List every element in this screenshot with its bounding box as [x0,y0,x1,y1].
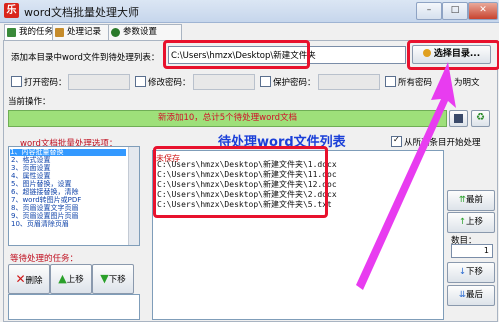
plaintext-password-checkbox[interactable] [385,76,396,87]
table-row[interactable]: C:\Users\hmzx\Desktop\新建文件夹\11.doc [157,171,337,179]
down-label: 下移 [466,267,484,277]
bottom-arrow-icon: ⇊ [458,290,467,300]
delete-label: 删除 [25,276,43,286]
modify-password-field[interactable] [193,74,255,90]
select-directory-button[interactable]: 选择目录... [412,45,491,64]
table-row[interactable]: C:\Users\hmzx\Desktop\新建文件夹\5.txt [157,201,332,209]
save-icon [454,114,463,123]
task-icon [7,28,16,37]
table-row[interactable]: C:\Users\hmzx\Desktop\新建文件夹\1.docx [157,161,337,169]
save-button[interactable] [449,110,468,127]
plaintext-label: 为明文 [454,78,480,88]
options-list[interactable]: 1、内容批量替换 2、格式设置 3、页面设置 4、属性设置 5、图片替换，设置 … [8,146,140,246]
app-logo-icon: 乐 [4,3,19,18]
queue-move-up-button[interactable]: ▲上移 [50,264,92,294]
all-password-label: 所有密码 [398,78,433,88]
history-icon [55,28,64,37]
list-item[interactable]: 2、格式设置 [11,157,50,164]
list-item[interactable]: 5、图片替换，设置 [11,181,71,188]
protect-password-field[interactable] [318,74,380,90]
count-value: 1 [483,246,489,255]
title-bar: 乐 word文档批量处理大师 – □ ✕ [0,0,499,23]
queue-move-down-button[interactable]: ▼下移 [92,264,134,294]
count-input[interactable]: 1 [451,244,493,258]
recycle-button[interactable]: ♻ [471,110,490,127]
list-item[interactable]: 3、页面设置 [11,165,50,172]
down-arrow-icon: ▼ [100,272,109,285]
list-item[interactable]: 6、超链接替换，清除 [11,189,78,196]
tab-label: 处理记录 [67,27,102,37]
list-item[interactable]: 4、属性设置 [11,173,50,180]
queue-title: 等待处理的任务： [10,254,79,264]
move-down-button[interactable]: ↓下移 [447,262,495,283]
list-item[interactable]: 10、页眉清除页眉 [11,221,69,228]
move-up-button[interactable]: ↑上移 [447,212,495,233]
queue-down-label: 下移 [108,275,126,285]
protect-password-label: 保护密码： [273,78,316,88]
up-label: 上移 [466,217,484,227]
process-from-selected-checkbox[interactable]: ✓ [391,135,402,147]
pending-list-title: 待处理word文件列表 [218,135,346,150]
modify-password-checkbox[interactable] [135,76,146,87]
open-password-field[interactable] [68,74,130,90]
top-arrow-icon: ⇈ [458,195,467,205]
open-password-label: 打开密码： [24,78,67,88]
file-rows: C:\Users\hmzx\Desktop\新建文件夹\1.docx C:\Us… [157,161,437,213]
delete-icon: ✕ [15,272,26,286]
list-item[interactable]: 7、word转图片或PDF [11,197,81,204]
directory-label: 添加本目录中word文件到待处理列表： [11,53,160,63]
window-title: word文档批量处理大师 [24,6,140,19]
queue-up-label: 上移 [66,275,84,285]
status-progress-bar: 新添加10，总计5个待处理word文档 [8,110,447,127]
top-label: 最前 [466,195,484,205]
directory-path-value: C:\Users\hmzx\Desktop\新建文件夹 [171,51,316,61]
up-arrow-icon: ▲ [58,272,67,285]
bottom-label: 最后 [466,290,484,300]
directory-path-field[interactable]: C:\Users\hmzx\Desktop\新建文件夹 [168,46,406,64]
pending-files-list[interactable]: 未保存 C:\Users\hmzx\Desktop\新建文件夹\1.docx C… [152,150,444,320]
up-arrow-icon: ↑ [458,217,467,227]
modify-password-label: 修改密码： [148,78,191,88]
protect-password-checkbox[interactable] [260,76,271,87]
table-row[interactable]: C:\Users\hmzx\Desktop\新建文件夹\12.doc [157,181,337,189]
tab-label: 我的任务 [19,27,54,37]
down-arrow-icon: ↓ [458,267,467,277]
list-item[interactable]: 9、页眉设置图片页眉 [11,213,78,220]
checkmark-icon: ✓ [393,135,400,144]
table-row[interactable]: C:\Users\hmzx\Desktop\新建文件夹\2.docx [157,191,337,199]
maximize-button[interactable]: □ [442,2,468,20]
list-item[interactable]: 8、页眉设置文字页眉 [11,205,78,212]
list-item[interactable]: 1、内容批量替换 [10,149,126,156]
close-button[interactable]: ✕ [468,2,498,20]
move-to-bottom-button[interactable]: ⇊最后 [447,285,495,306]
gear-icon [111,28,120,37]
status-text: 新添加10，总计5个待处理word文档 [157,113,298,123]
current-operation-label: 当前操作： [8,97,51,107]
process-from-selected-label: 从所选条目开始处理 [404,138,481,148]
tab-settings[interactable]: 参数设置 [108,24,182,40]
move-to-top-button[interactable]: ⇈最前 [447,190,495,211]
options-scrollbar[interactable] [128,147,139,245]
open-password-checkbox[interactable] [11,76,22,87]
recycle-icon: ♻ [476,112,485,123]
minimize-button[interactable]: – [416,2,442,20]
queue-list[interactable] [8,294,140,320]
delete-button[interactable]: ✕删除 [8,264,50,294]
select-directory-label: 选择目录... [433,49,481,59]
refresh-icon [422,49,431,57]
tab-label: 参数设置 [123,27,158,37]
